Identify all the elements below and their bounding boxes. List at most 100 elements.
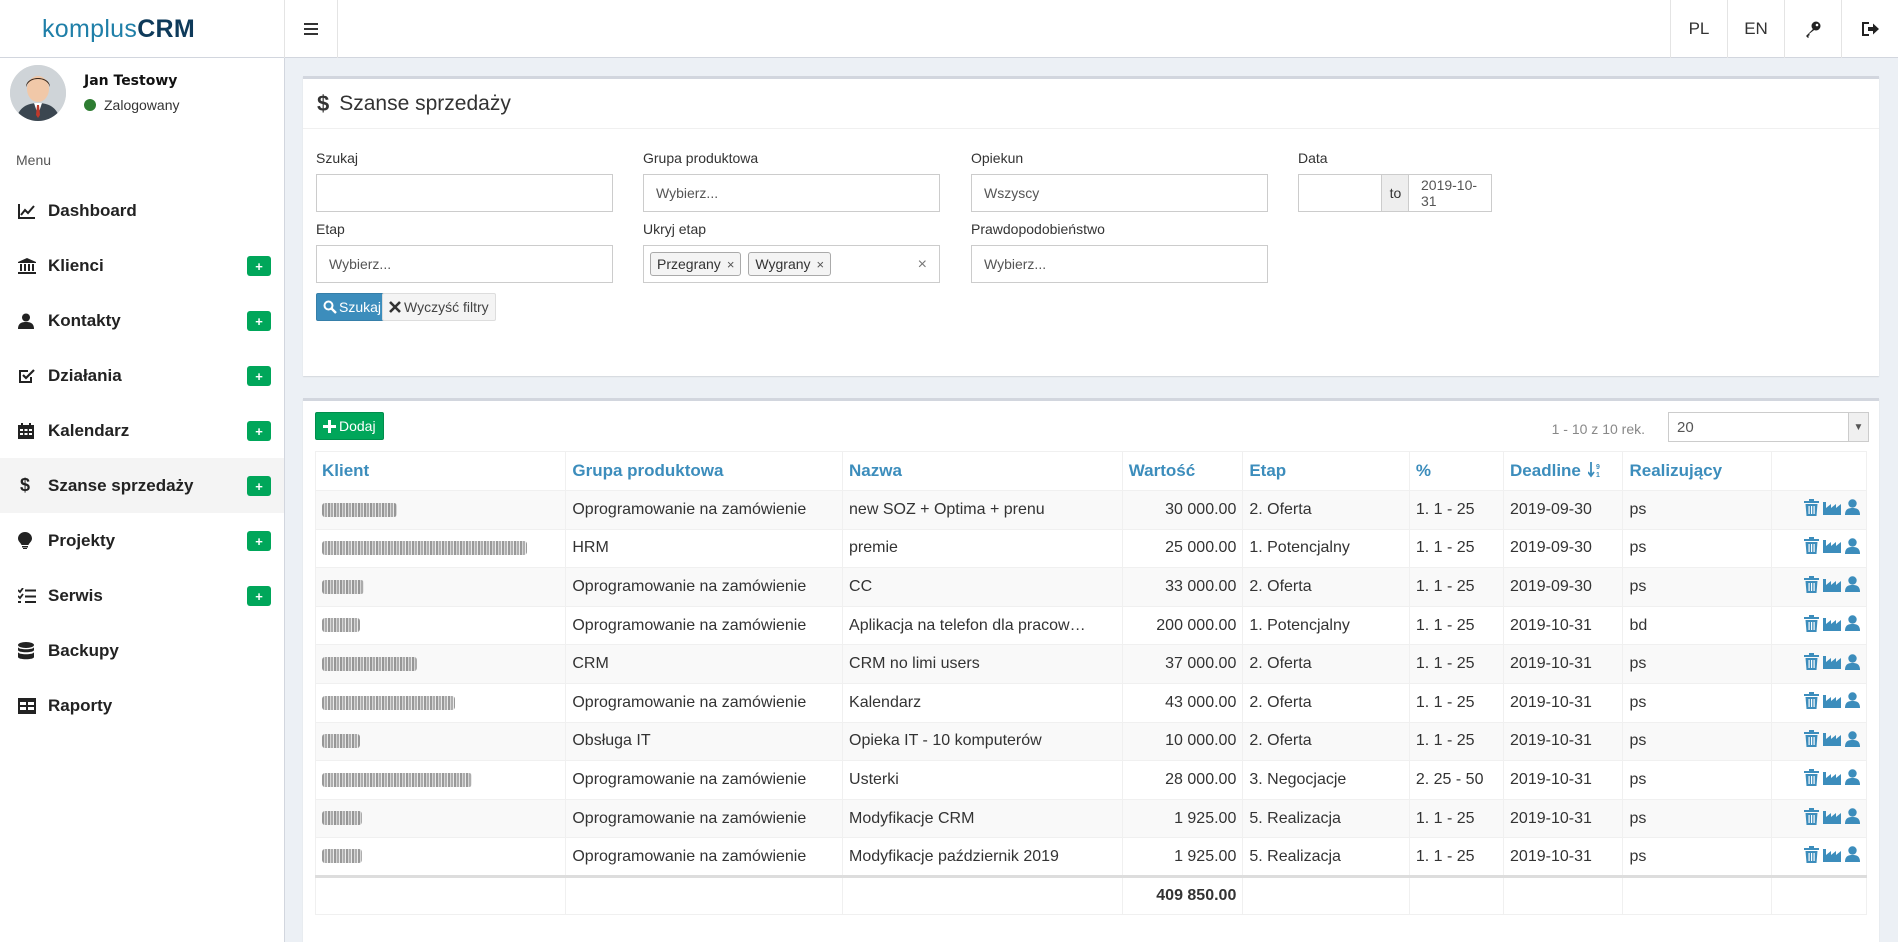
sidebar-item-backupy[interactable]: Backupy [0, 623, 284, 678]
table-row[interactable]: Oprogramowanie na zamówienie Aplikacja na… [314, 605, 1868, 646]
cell-nazwa[interactable]: premie [842, 528, 1123, 569]
column-header-realizujacy[interactable]: Realizujący [1622, 451, 1772, 491]
trash-icon[interactable] [1804, 691, 1819, 714]
column-header-deadline[interactable]: Deadline 91 [1503, 451, 1624, 491]
cell-nazwa[interactable]: new SOZ + Optima + prenu [842, 490, 1123, 530]
cell-klient[interactable] [314, 721, 567, 762]
sidebar-item-serwis[interactable]: Serwis + [0, 568, 284, 623]
user-icon[interactable] [1845, 808, 1860, 829]
add-button[interactable]: Dodaj [315, 412, 384, 440]
table-row[interactable]: HRM premie 25 000.00 1. Potencjalny 1. 1 - 2… [314, 528, 1868, 569]
user-icon[interactable] [1845, 692, 1860, 713]
trash-icon[interactable] [1804, 768, 1819, 791]
cell-klient[interactable] [314, 528, 567, 569]
table-row[interactable]: Oprogramowanie na zamówienie Usterki 28 00… [314, 760, 1868, 800]
add-kalendarz-button[interactable]: + [247, 421, 271, 441]
sidebar-item-dzialania[interactable]: Działania + [0, 348, 284, 403]
sidebar-item-klienci[interactable]: Klienci + [0, 238, 284, 293]
factory-icon[interactable] [1823, 809, 1841, 829]
table-row[interactable]: CRM CRM no limi users 37 000.00 2. Oferta 1.… [314, 644, 1868, 684]
language-en-button[interactable]: EN [1727, 0, 1784, 58]
factory-icon[interactable] [1823, 538, 1841, 558]
cell-klient[interactable] [314, 760, 567, 800]
search-button[interactable]: Szukaj [316, 293, 389, 321]
user-icon[interactable] [1845, 769, 1860, 790]
add-dzialanie-button[interactable]: + [247, 366, 271, 386]
remove-tag-icon[interactable]: × [727, 257, 735, 272]
table-row[interactable]: Oprogramowanie na zamówienie CC 33 000.00 2… [314, 567, 1868, 607]
factory-icon[interactable] [1823, 654, 1841, 674]
table-row[interactable]: Obsługa IT Opieka IT - 10 komputerów 10 00… [314, 721, 1868, 762]
trash-icon[interactable] [1804, 614, 1819, 637]
factory-icon[interactable] [1823, 577, 1841, 597]
probability-select[interactable]: Wybierz... [971, 245, 1268, 283]
add-projekt-button[interactable]: + [247, 531, 271, 551]
table-row[interactable]: Oprogramowanie na zamówienie Kalendarz 43 … [314, 682, 1868, 723]
table-row[interactable]: Oprogramowanie na zamówienie new SOZ + Op… [314, 490, 1868, 530]
page-size-select[interactable]: 20 ▼ [1668, 412, 1869, 442]
trash-icon[interactable] [1804, 845, 1819, 868]
remove-tag-icon[interactable]: × [817, 257, 825, 272]
sidebar-item-raporty[interactable]: Raporty [0, 678, 284, 733]
add-klient-button[interactable]: + [247, 256, 271, 276]
owner-select[interactable]: Wszyscy [971, 174, 1268, 212]
factory-icon[interactable] [1823, 847, 1841, 867]
user-icon[interactable] [1845, 653, 1860, 675]
language-pl-button[interactable]: PL [1670, 0, 1727, 58]
cell-klient[interactable] [314, 682, 567, 723]
cell-nazwa[interactable]: CC [842, 567, 1123, 607]
add-serwis-button[interactable]: + [247, 586, 271, 606]
sidebar-item-kalendarz[interactable]: Kalendarz + [0, 403, 284, 458]
trash-icon[interactable] [1804, 575, 1819, 598]
user-icon[interactable] [1845, 576, 1860, 597]
column-header-nazwa[interactable]: Nazwa [842, 451, 1123, 491]
logout-button[interactable] [1841, 0, 1898, 58]
add-szansa-button[interactable]: + [247, 476, 271, 496]
hide-stage-multiselect[interactable]: Przegrany × Wygrany × × [643, 245, 940, 283]
cell-klient[interactable] [314, 644, 567, 684]
column-header-klient[interactable]: Klient [314, 451, 567, 491]
column-header-wartosc[interactable]: Wartość [1121, 451, 1244, 491]
trash-icon[interactable] [1804, 498, 1819, 521]
user-icon[interactable] [1845, 615, 1860, 636]
column-header-etap[interactable]: Etap [1242, 451, 1410, 491]
cell-nazwa[interactable]: Usterki [842, 760, 1123, 800]
cell-nazwa[interactable]: Kalendarz [842, 682, 1123, 723]
clear-filters-button[interactable]: Wyczyść filtry [382, 293, 496, 321]
cell-klient[interactable] [314, 798, 567, 839]
sidebar-item-dashboard[interactable]: Dashboard [0, 183, 284, 238]
factory-icon[interactable] [1823, 500, 1841, 520]
cell-klient[interactable] [314, 490, 567, 530]
cell-nazwa[interactable]: Modyfikacje październik 2019 [842, 837, 1123, 877]
factory-icon[interactable] [1823, 731, 1841, 751]
search-input[interactable] [316, 174, 613, 212]
trash-icon[interactable] [1804, 537, 1819, 559]
change-password-button[interactable] [1784, 0, 1841, 58]
date-from-input[interactable] [1298, 174, 1382, 212]
factory-icon[interactable] [1823, 693, 1841, 713]
factory-icon[interactable] [1823, 616, 1841, 636]
table-row[interactable]: Oprogramowanie na zamówienie Modyfikacje … [314, 798, 1868, 839]
app-logo[interactable]: komplus CRM [0, 0, 285, 58]
cell-klient[interactable] [314, 605, 567, 646]
cell-klient[interactable] [314, 567, 567, 607]
sidebar-item-projekty[interactable]: Projekty + [0, 513, 284, 568]
user-icon[interactable] [1845, 846, 1860, 867]
cell-nazwa[interactable]: CRM no limi users [842, 644, 1123, 684]
cell-nazwa[interactable]: Modyfikacje CRM [842, 798, 1123, 839]
cell-nazwa[interactable]: Aplikacja na telefon dla pracow… [842, 605, 1123, 646]
clear-selection-icon[interactable]: × [918, 256, 927, 274]
cell-klient[interactable] [314, 837, 567, 877]
user-icon[interactable] [1845, 538, 1860, 559]
table-row[interactable]: Oprogramowanie na zamówienie Modyfikacje … [314, 837, 1868, 877]
add-kontakt-button[interactable]: + [247, 311, 271, 331]
sidebar-item-szanse-sprzedazy[interactable]: $ Szanse sprzedaży + [0, 458, 284, 513]
cell-nazwa[interactable]: Opieka IT - 10 komputerów [842, 721, 1123, 762]
factory-icon[interactable] [1823, 770, 1841, 790]
trash-icon[interactable] [1804, 807, 1819, 830]
date-to-input[interactable]: 2019-10-31 [1408, 174, 1492, 212]
column-header-grupa[interactable]: Grupa produktowa [565, 451, 844, 491]
product-group-select[interactable]: Wybierz... [643, 174, 940, 212]
trash-icon[interactable] [1804, 653, 1819, 675]
column-header-procent[interactable]: % [1408, 451, 1505, 491]
